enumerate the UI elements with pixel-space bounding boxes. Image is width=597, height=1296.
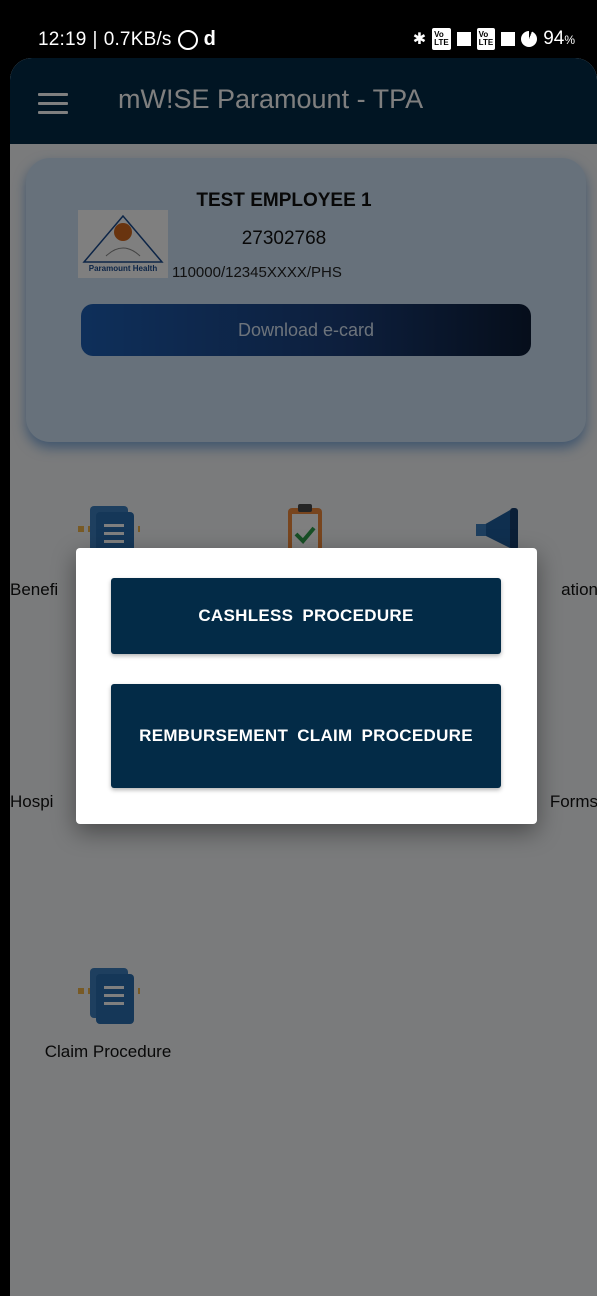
cashless-procedure-button[interactable]: CASHLESS PROCEDURE: [111, 578, 501, 654]
clock: 12:19: [38, 28, 87, 50]
notification-d-icon: d: [203, 28, 217, 50]
volte-icon-2: Vo LTE: [476, 28, 496, 50]
network-speed: 0.7KB/s: [103, 28, 172, 50]
status-right: ✱ Vo LTE Vo LTE 94%: [413, 28, 575, 50]
battery-level: 94%: [543, 28, 575, 49]
signal-icon-2: [501, 32, 516, 46]
signal-icon: [456, 32, 471, 46]
status-left: 12:19 | 0.7KB/s d: [38, 28, 217, 50]
bluetooth-icon: ✱: [412, 31, 427, 48]
app-screen: mW!SE Paramount - TPA Paramount Health T…: [10, 58, 597, 1296]
procedure-dialog: CASHLESS PROCEDURE REMBURSEMENT CLAIM PR…: [76, 548, 537, 824]
volte-icon: Vo LTE: [432, 28, 451, 50]
battery-icon: [521, 31, 538, 47]
reimbursement-procedure-button[interactable]: REMBURSEMENT CLAIM PROCEDURE: [111, 684, 501, 788]
whatsapp-icon: [177, 29, 198, 50]
